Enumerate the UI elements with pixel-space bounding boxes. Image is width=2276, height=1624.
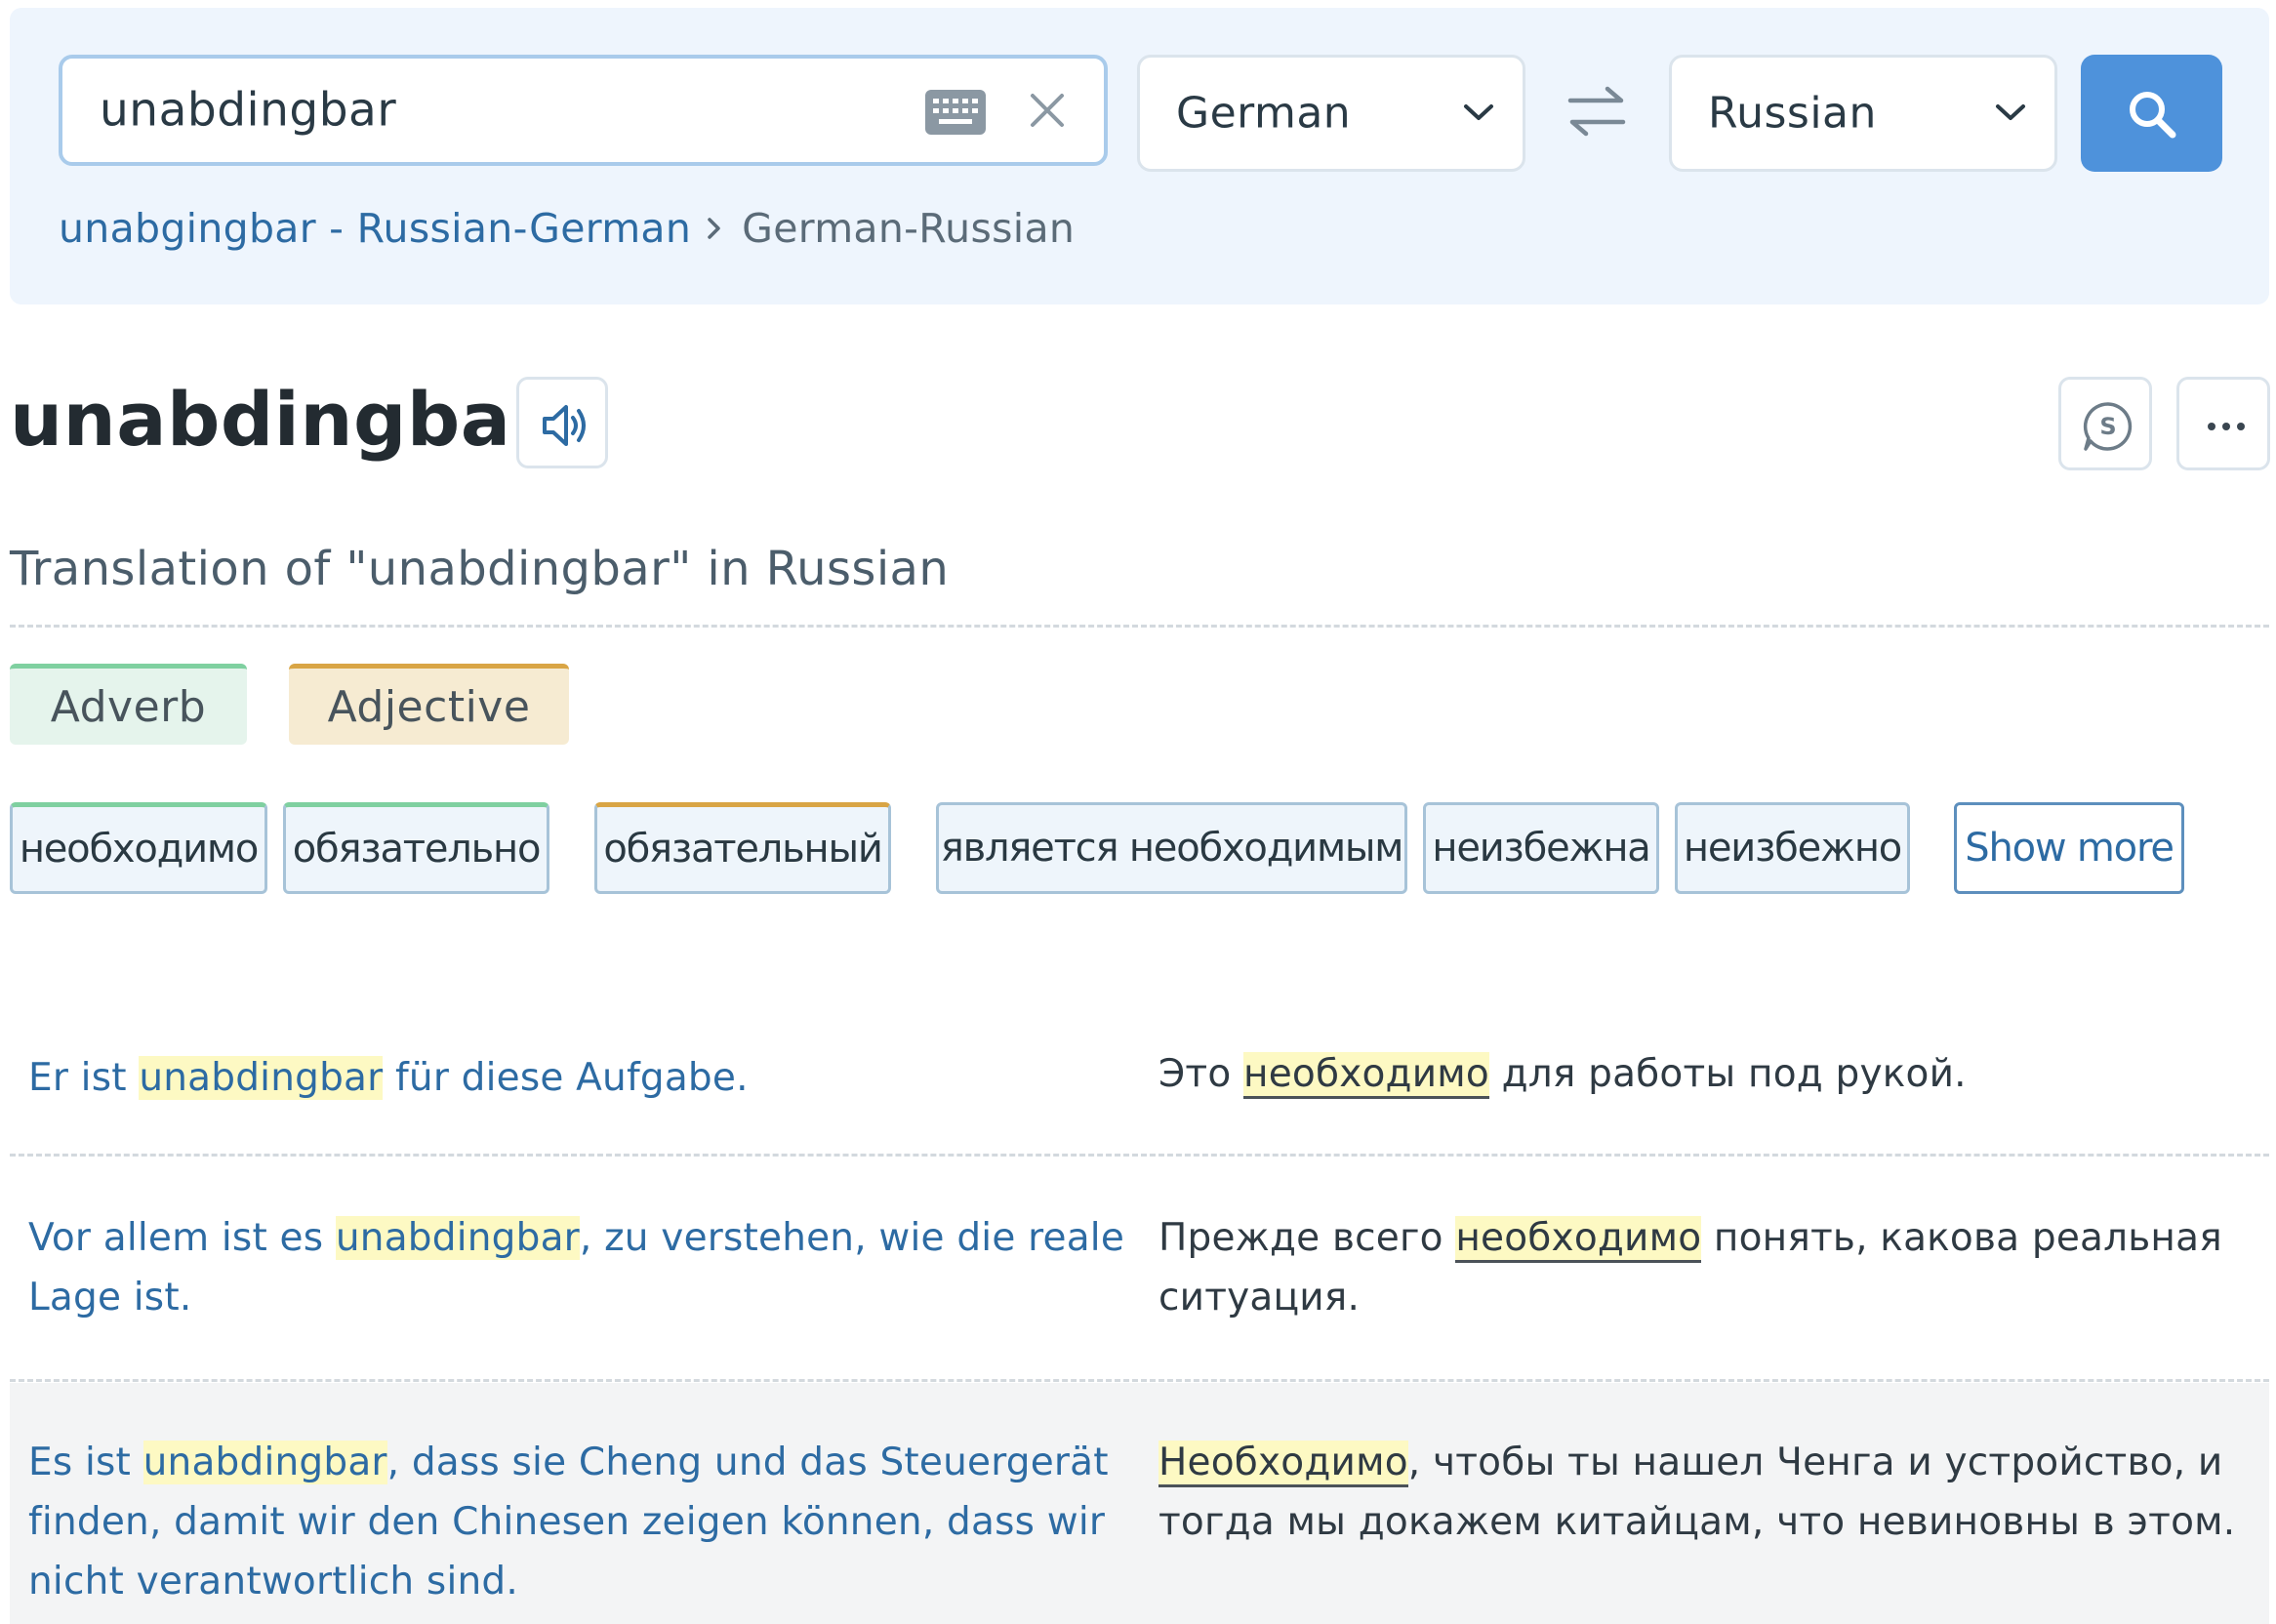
example-row: Es ist unabdingbar, dass sie Cheng und d… xyxy=(10,1383,2269,1624)
pos-tag-adverb[interactable]: Adverb xyxy=(10,664,247,745)
keyboard-icon[interactable] xyxy=(925,90,986,139)
example-source: Er ist unabdingbar für diese Aufgabe. xyxy=(28,1056,749,1100)
source-language-label: German xyxy=(1176,88,1352,139)
example-row: Er ist unabdingbar für diese Aufgabe. Эт… xyxy=(10,1015,2269,1152)
close-icon[interactable] xyxy=(1024,87,1071,138)
translation-chip-label: неизбежна xyxy=(1432,826,1650,871)
search-query-text[interactable]: unabdingbar xyxy=(100,84,396,138)
breadcrumb-current: German-Russian xyxy=(742,205,1076,252)
divider xyxy=(10,1379,2269,1382)
translation-chip-label: обязательно xyxy=(292,827,542,872)
chevron-right-icon xyxy=(707,216,722,241)
page-title: unabdingbar xyxy=(10,376,549,463)
highlighted-term: необходимо xyxy=(1455,1216,1702,1263)
translation-chip-label: обязательный xyxy=(603,827,883,872)
show-more-label: Show more xyxy=(1965,826,2174,871)
translation-chip[interactable]: необходимо xyxy=(10,802,267,894)
highlighted-term: unabdingbar xyxy=(139,1056,384,1100)
chevron-down-icon xyxy=(1994,102,2027,127)
example-translation: Необходимо, чтобы ты нашел Ченга и устро… xyxy=(1158,1441,2236,1544)
translation-chip[interactable]: обязательно xyxy=(283,802,549,894)
translation-chip[interactable]: неизбежна xyxy=(1423,802,1659,894)
breadcrumb: unabgingbar - Russian-German German-Russ… xyxy=(59,205,1075,252)
skype-icon: S xyxy=(2083,402,2133,451)
translation-chip[interactable]: неизбежно xyxy=(1675,802,1910,894)
translation-heading: Translation of "unabdingbar" in Russian xyxy=(10,542,950,596)
skype-button[interactable]: S xyxy=(2058,377,2152,470)
highlighted-term: Необходимо xyxy=(1158,1441,1408,1487)
search-button[interactable] xyxy=(2081,55,2222,172)
pronunciation-button[interactable] xyxy=(516,377,608,468)
svg-text:S: S xyxy=(2099,413,2116,440)
example-row: Vor allem ist es unabdingbar, zu versteh… xyxy=(10,1157,2269,1377)
search-icon xyxy=(2130,92,2176,139)
pos-tag-adjective[interactable]: Adjective xyxy=(289,664,569,745)
speaker-icon xyxy=(543,405,586,446)
more-options-icon xyxy=(2208,423,2245,430)
translation-chip[interactable]: обязательный xyxy=(594,802,891,894)
example-source: Vor allem ist es unabdingbar, zu versteh… xyxy=(28,1216,1125,1320)
translation-chip-label: необходимо xyxy=(19,827,260,872)
pos-tag-label: Adjective xyxy=(327,681,531,732)
translation-chip-label: является необходимым xyxy=(940,826,1404,871)
highlighted-term: необходимо xyxy=(1243,1052,1489,1099)
target-language-select[interactable]: Russian xyxy=(1669,55,2057,172)
highlighted-term: unabdingbar xyxy=(142,1441,387,1484)
example-translation: Прежде всего необходимо понять, какова р… xyxy=(1158,1216,2222,1320)
target-language-label: Russian xyxy=(1708,88,1877,139)
more-options-button[interactable] xyxy=(2176,377,2270,470)
translation-chip-label: неизбежно xyxy=(1683,826,1902,871)
translation-chip[interactable]: является необходимым xyxy=(936,802,1407,894)
chevron-down-icon xyxy=(1462,102,1495,127)
example-source: Es ist unabdingbar, dass sie Cheng und d… xyxy=(28,1441,1109,1604)
divider xyxy=(10,1154,2269,1157)
show-more-button[interactable]: Show more xyxy=(1954,802,2184,894)
highlighted-term: unabdingbar xyxy=(335,1216,580,1260)
example-translation: Это необходимо для работы под рукой. xyxy=(1158,1044,2252,1104)
swap-arrows-icon[interactable] xyxy=(1566,85,1627,142)
search-input[interactable]: unabdingbar xyxy=(59,55,1108,166)
source-language-select[interactable]: German xyxy=(1137,55,1525,172)
breadcrumb-link[interactable]: unabgingbar - Russian-German xyxy=(59,205,691,252)
divider xyxy=(10,625,2269,628)
pos-tag-label: Adverb xyxy=(50,681,207,732)
